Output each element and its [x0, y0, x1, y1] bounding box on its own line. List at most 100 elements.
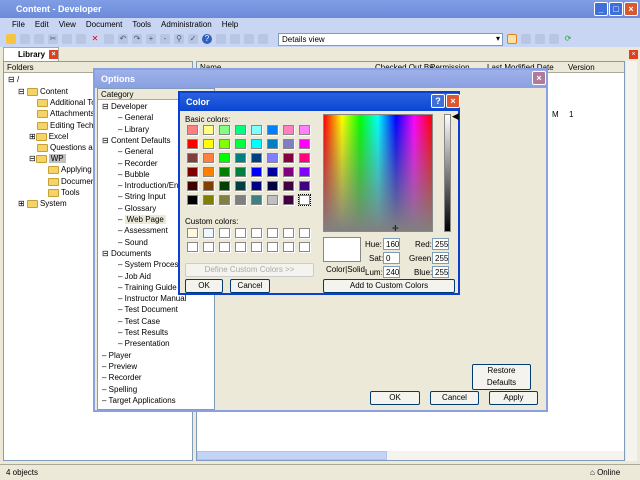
properties-icon[interactable] — [104, 34, 114, 44]
menu-document[interactable]: Document — [86, 20, 122, 31]
category-item[interactable]: ⊟ Developer — [102, 102, 147, 111]
custom-color-swatch[interactable] — [203, 242, 214, 252]
custom-color-swatch[interactable] — [251, 228, 262, 238]
custom-color-swatch[interactable] — [299, 228, 310, 238]
panel-close-icon[interactable]: × — [629, 50, 638, 59]
menu-tools[interactable]: Tools — [132, 20, 151, 31]
luminosity-arrow-icon[interactable]: ◀ — [452, 111, 459, 122]
tree-excel[interactable]: ⊞ Excel — [29, 132, 68, 141]
custom-color-swatch[interactable] — [299, 242, 310, 252]
basic-color-swatch[interactable] — [251, 167, 262, 177]
custom-color-swatch[interactable] — [203, 228, 214, 238]
color-cancel-button[interactable]: Cancel — [230, 279, 270, 293]
basic-color-swatch[interactable] — [187, 153, 198, 163]
details-view-icon[interactable] — [507, 34, 517, 44]
custom-color-swatch[interactable] — [219, 242, 230, 252]
refresh-icon[interactable]: ⟳ — [563, 34, 573, 44]
basic-color-swatch[interactable] — [235, 125, 246, 135]
tree-editing-techniques[interactable]: Editing Techni — [37, 121, 100, 130]
category-item[interactable]: – Instructor Manual — [118, 294, 186, 303]
category-item[interactable]: – Test Case — [118, 317, 160, 326]
options-close-button[interactable]: × — [532, 71, 546, 85]
basic-color-swatch[interactable] — [283, 181, 294, 191]
tree-questions[interactable]: Questions and — [37, 143, 102, 152]
import-icon[interactable] — [244, 34, 254, 44]
basic-color-swatch[interactable] — [219, 167, 230, 177]
close-button[interactable]: × — [624, 2, 638, 16]
basic-color-swatch[interactable] — [283, 125, 294, 135]
spellcheck-icon[interactable]: ✓ — [188, 34, 198, 44]
minimize-button[interactable]: _ — [594, 2, 608, 16]
basic-color-swatch[interactable] — [235, 139, 246, 149]
color-close-button[interactable]: × — [446, 94, 460, 108]
basic-color-swatch[interactable] — [203, 167, 214, 177]
horizontal-split-icon[interactable] — [521, 34, 531, 44]
basic-color-swatch[interactable] — [283, 167, 294, 177]
menu-administration[interactable]: Administration — [161, 20, 212, 31]
hue-input[interactable]: 160 — [383, 238, 400, 250]
basic-color-swatch[interactable] — [219, 153, 230, 163]
check-in-icon[interactable] — [216, 34, 226, 44]
basic-color-swatch[interactable] — [235, 181, 246, 191]
basic-color-swatch[interactable] — [187, 181, 198, 191]
basic-color-swatch[interactable] — [187, 167, 198, 177]
color-spectrum[interactable] — [323, 114, 433, 232]
custom-color-swatch[interactable] — [187, 242, 198, 252]
column-version[interactable]: Version — [568, 63, 595, 72]
basic-color-swatch[interactable] — [267, 167, 278, 177]
help-icon[interactable]: ? — [202, 34, 212, 44]
basic-color-swatch[interactable] — [251, 139, 262, 149]
tab-close-icon[interactable]: × — [49, 50, 58, 59]
custom-color-swatch[interactable] — [267, 242, 278, 252]
basic-color-swatch[interactable] — [187, 139, 198, 149]
menu-file[interactable]: File — [12, 20, 25, 31]
category-item[interactable]: ⊟ Documents — [102, 249, 151, 258]
category-item[interactable]: – Spelling — [102, 385, 137, 394]
publish-icon[interactable] — [549, 34, 559, 44]
basic-color-swatch[interactable] — [267, 153, 278, 163]
basic-color-swatch[interactable] — [299, 139, 310, 149]
category-item[interactable]: – System Process — [118, 260, 182, 269]
custom-color-swatch[interactable] — [235, 228, 246, 238]
color-ok-button[interactable]: OK — [185, 279, 223, 293]
category-item[interactable]: – Test Results — [118, 328, 168, 337]
category-item[interactable]: – Presentation — [118, 339, 170, 348]
category-item[interactable]: – Test Document — [118, 305, 178, 314]
basic-color-swatch[interactable] — [235, 167, 246, 177]
restore-defaults-button[interactable]: Restore Defaults — [472, 364, 531, 390]
custom-color-swatch[interactable] — [219, 228, 230, 238]
lum-input[interactable]: 240 — [383, 266, 400, 278]
menu-view[interactable]: View — [59, 20, 76, 31]
basic-color-swatch[interactable] — [235, 195, 246, 205]
tree-tools[interactable]: Tools — [48, 188, 80, 197]
basic-color-swatch[interactable] — [299, 181, 310, 191]
category-item[interactable]: – Glossary — [118, 204, 156, 213]
vertical-split-icon[interactable] — [535, 34, 545, 44]
basic-color-swatch[interactable] — [299, 153, 310, 163]
expand-icon[interactable]: + — [146, 34, 156, 44]
category-item[interactable]: – Recorder — [102, 373, 142, 382]
paste-icon[interactable] — [76, 34, 86, 44]
basic-color-swatch[interactable] — [219, 195, 230, 205]
category-item[interactable]: – Web Page — [118, 215, 166, 224]
basic-color-swatch[interactable] — [299, 125, 310, 135]
sat-input[interactable]: 0 — [383, 252, 400, 264]
luminosity-slider[interactable] — [444, 114, 451, 232]
custom-color-swatch[interactable] — [283, 242, 294, 252]
green-input[interactable]: 255 — [432, 252, 449, 264]
blue-input[interactable]: 255 — [432, 266, 449, 278]
basic-color-swatch[interactable] — [235, 153, 246, 163]
basic-color-swatch[interactable] — [203, 139, 214, 149]
custom-color-swatch[interactable] — [187, 228, 198, 238]
tree-additional-topics[interactable]: Additional Top — [37, 98, 100, 107]
category-item[interactable]: ⊟ Content Defaults — [102, 136, 171, 145]
basic-color-swatch[interactable] — [299, 167, 310, 177]
basic-color-swatch[interactable] — [187, 195, 198, 205]
tree-document[interactable]: Document — [48, 177, 97, 186]
basic-color-swatch[interactable] — [251, 153, 262, 163]
lock-icon[interactable] — [258, 34, 268, 44]
red-input[interactable]: 255 — [432, 238, 449, 250]
add-to-custom-colors-button[interactable]: Add to Custom Colors — [323, 279, 455, 293]
crosshair-icon[interactable]: ✛ — [392, 224, 399, 233]
horizontal-scrollbar[interactable] — [197, 451, 624, 460]
